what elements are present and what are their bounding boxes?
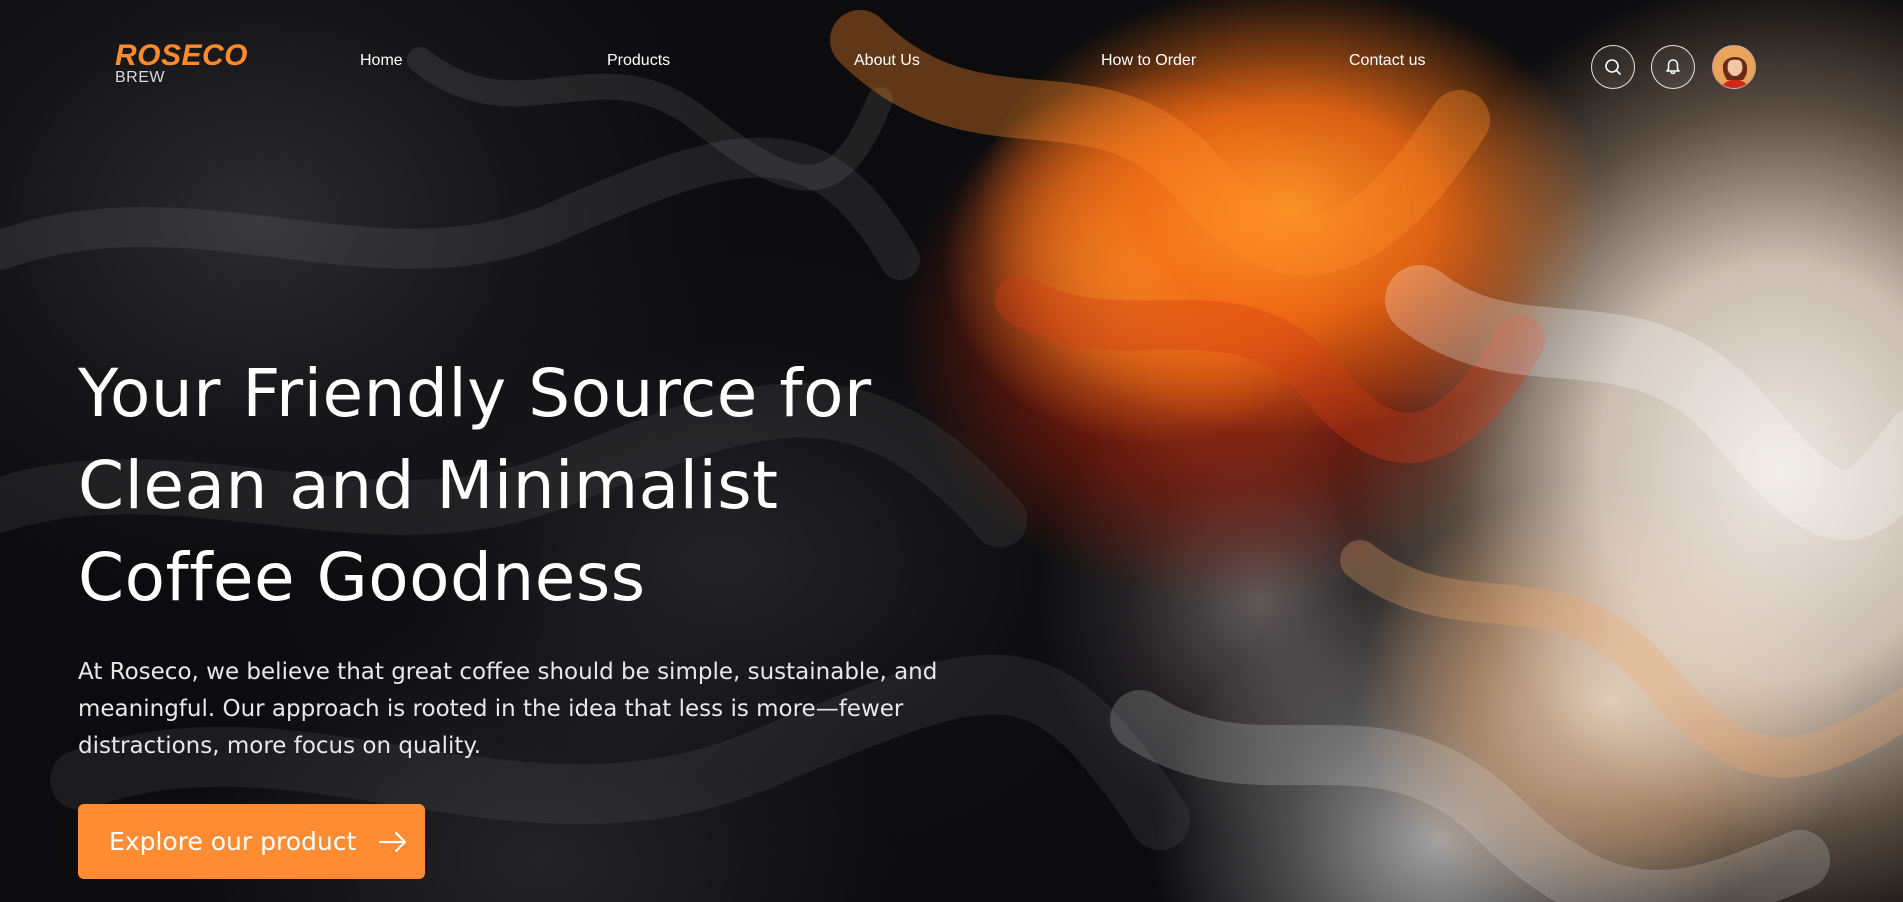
search-icon [1605,59,1621,75]
nav-link-products[interactable]: Products [607,52,670,70]
hero-section: ROSECO BREW Home Products About Us How t… [0,0,1903,902]
search-button[interactable] [1591,45,1635,89]
user-avatar[interactable] [1712,45,1756,89]
explore-product-button[interactable]: Explore our product [78,804,425,879]
logo-subtitle: BREW [115,69,165,86]
nav-link-about-us[interactable]: About Us [854,52,920,70]
arrow-right-icon [378,831,408,853]
hero-title-line: Coffee Goodness [78,539,646,616]
hero-description-line: distractions, more focus on quality. [78,733,482,759]
hero-title-line: Clean and Minimalist [78,447,779,524]
hero-title: Your Friendly Source for Clean and Minim… [78,348,978,624]
hero-description-line: meaningful. Our approach is rooted in th… [78,696,904,722]
bell-icon [1666,59,1680,75]
notifications-button[interactable] [1651,45,1695,89]
top-navigation: ROSECO BREW Home Products About Us How t… [0,0,1903,130]
hero-title-line: Your Friendly Source for [78,355,872,432]
nav-link-home[interactable]: Home [360,52,403,70]
hero-description: At Roseco, we believe that great coffee … [78,654,978,765]
nav-link-contact-us[interactable]: Contact us [1349,52,1425,70]
nav-link-how-to-order[interactable]: How to Order [1101,52,1196,70]
explore-product-label: Explore our product [109,827,357,856]
avatar-image [1713,46,1755,88]
logo-wordmark: ROSECO [115,39,249,72]
brand-logo[interactable]: ROSECO BREW [115,40,248,86]
hero-description-line: At Roseco, we believe that great coffee … [78,659,938,685]
